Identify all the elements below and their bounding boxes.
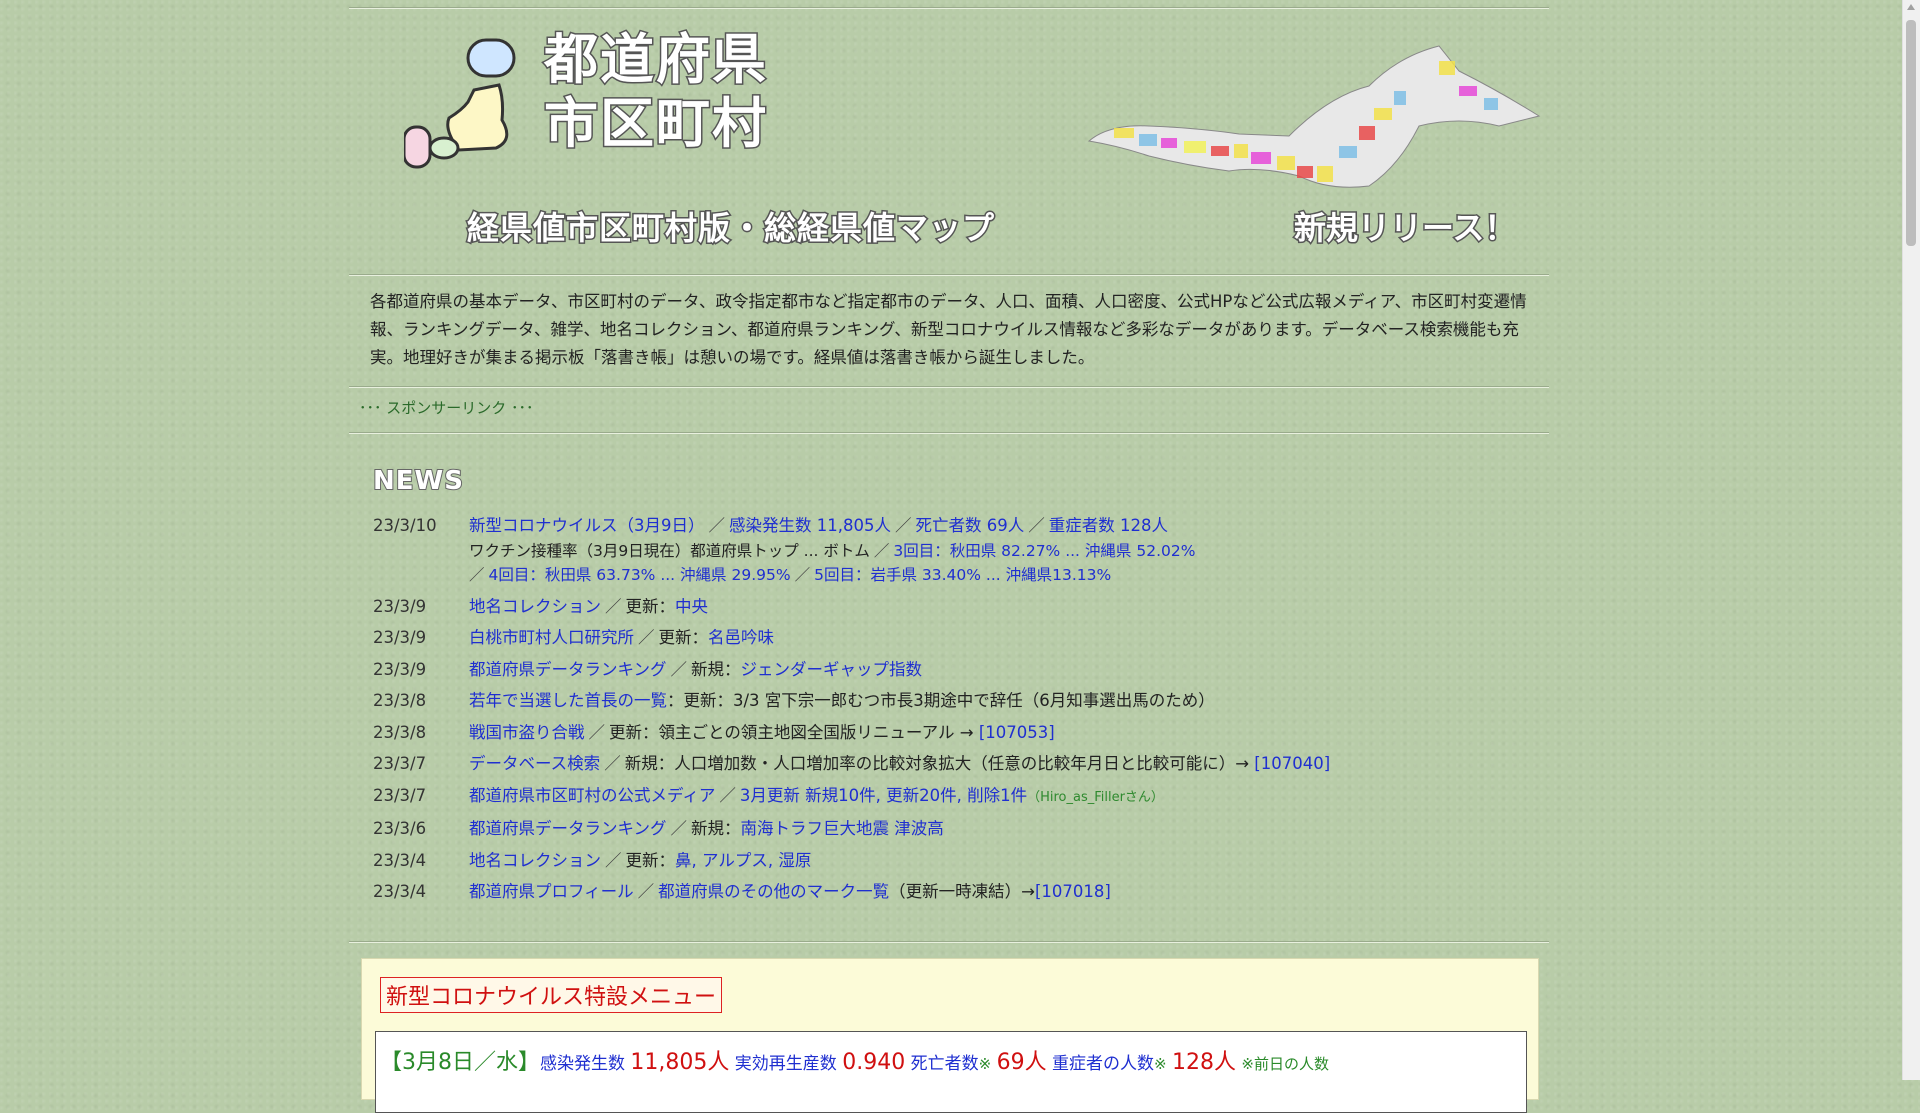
news-link-detail[interactable]: 中央 bbox=[675, 597, 708, 616]
corona-severe-mark: ※ bbox=[1153, 1055, 1167, 1073]
news-date: 23/3/10 bbox=[373, 516, 437, 535]
news-link-detail[interactable]: 都道府県のその他のマーク一覧 bbox=[658, 882, 889, 901]
news-item: 23/3/10 新型コロナウイルス（3月9日）／感染発生数 11,805人／死亡… bbox=[373, 514, 1533, 588]
news-link-dose3[interactable]: 3回目：秋田県 82.27% ... 沖縄県 52.02% bbox=[893, 542, 1195, 560]
corona-rt-value: 0.940 bbox=[842, 1050, 906, 1075]
sponsor-divider bbox=[349, 432, 1549, 434]
banner-new-release: 新規リリース！ bbox=[1292, 208, 1517, 249]
news-text: 新規： bbox=[691, 819, 741, 838]
news-date: 23/3/4 bbox=[373, 850, 427, 870]
news-link-detail[interactable]: 鼻, アルプス, 湿原 bbox=[675, 851, 811, 870]
corona-death-mark: ※ bbox=[978, 1055, 992, 1073]
corona-death-link[interactable]: 死亡者数 bbox=[911, 1054, 979, 1074]
corona-severe-value: 128人 bbox=[1171, 1050, 1236, 1075]
news-item: 23/3/8 若年で当選した首長の一覧：更新：3/3 宮下宗一郎むつ市長3期途中… bbox=[373, 689, 1533, 714]
news-link-detail[interactable]: 名邑吟味 bbox=[708, 628, 774, 647]
news-credit: （Hiro_as_Fillerさん） bbox=[1027, 789, 1164, 805]
news-date: 23/3/6 bbox=[373, 819, 427, 838]
news-item: 23/3/9 都道府県データランキング／新規：ジェンダーギャップ指数 bbox=[373, 658, 1533, 683]
news-date: 23/3/8 bbox=[373, 722, 427, 742]
news-text: 更新： bbox=[625, 596, 676, 616]
news-link[interactable]: 地名コレクション bbox=[469, 851, 601, 870]
news-heading: NEWS bbox=[372, 465, 464, 497]
intro-divider bbox=[349, 386, 1549, 388]
news-text-vaccine: ワクチン接種率（3月9日現在）都道府県トップ ... ボトム bbox=[469, 541, 870, 560]
news-item: 23/3/4 地名コレクション／更新：鼻, アルプス, 湿原 bbox=[373, 849, 1533, 874]
news-link-detail[interactable]: 南海トラフ巨大地震 津波高 bbox=[741, 819, 944, 838]
news-link-detail[interactable]: ジェンダーギャップ指数 bbox=[741, 660, 923, 679]
news-item: 23/3/6 都道府県データランキング／新規：南海トラフ巨大地震 津波高 bbox=[373, 817, 1533, 842]
corona-rt-link[interactable]: 実効再生産数 bbox=[735, 1054, 837, 1074]
news-date: 23/3/9 bbox=[373, 659, 427, 679]
header-banner[interactable]: 都道府県 市区町村 経県値市区町村版・総経県値マップ 新規リリース！ bbox=[349, 8, 1549, 273]
header-divider bbox=[349, 274, 1549, 276]
corona-infect-link[interactable]: 感染発生数 bbox=[540, 1054, 625, 1074]
news-item: 23/3/7 データベース検索／新規：人口増加数・人口増加率の比較対象拡大（任意… bbox=[373, 752, 1533, 777]
news-link[interactable]: 都道府県データランキング bbox=[469, 819, 667, 838]
news-link-detail[interactable]: 3月更新 新規10件, 更新20件, 削除1件 bbox=[740, 786, 1027, 805]
news-item: 23/3/8 戦国市盗り合戦／更新：領主ごとの領主地図全国版リニューアル → [… bbox=[373, 721, 1533, 746]
vertical-scrollbar[interactable] bbox=[1902, 0, 1920, 1080]
news-link-thread[interactable]: [107040] bbox=[1254, 754, 1330, 773]
news-date: 23/3/9 bbox=[373, 596, 427, 616]
news-link[interactable]: 都道府県データランキング bbox=[469, 660, 667, 679]
news-text: 更新： bbox=[625, 850, 676, 870]
news-link-thread[interactable]: [107053] bbox=[979, 723, 1055, 742]
news-text: （更新一時凍結）→ bbox=[889, 882, 1035, 901]
news-link-severe[interactable]: 重症者数 128人 bbox=[1049, 516, 1168, 535]
corona-date: 【3月8日／水】 bbox=[380, 1050, 540, 1075]
site-description: 各都道府県の基本データ、市区町村のデータ、政令指定都市など指定都市のデータ、人口… bbox=[370, 292, 1527, 367]
news-link-corona[interactable]: 新型コロナウイルス（3月9日） bbox=[469, 516, 705, 535]
news-link[interactable]: 都道府県プロフィール bbox=[469, 882, 634, 901]
news-link[interactable]: 若年で当選した首長の一覧 bbox=[469, 691, 667, 710]
scroll-up-arrow-icon[interactable] bbox=[1907, 4, 1915, 10]
corona-infect-value: 11,805人 bbox=[630, 1050, 730, 1075]
news-item: 23/3/9 白桃市町村人口研究所／更新：名邑吟味 bbox=[373, 626, 1533, 651]
corona-menu-panel: 新型コロナウイルス特設メニュー 【3月8日／水】感染発生数 11,805人 実効… bbox=[361, 958, 1539, 1113]
sponsor-link-label: ･･･ スポンサーリンク ･･･ bbox=[359, 399, 534, 417]
news-link[interactable]: 白桃市町村人口研究所 bbox=[469, 628, 634, 647]
corona-stats-box: 【3月8日／水】感染発生数 11,805人 実効再生産数 0.940 死亡者数※… bbox=[375, 1031, 1527, 1113]
corona-stats-line: 【3月8日／水】感染発生数 11,805人 実効再生産数 0.940 死亡者数※… bbox=[380, 1044, 1329, 1076]
news-date: 23/3/9 bbox=[373, 628, 427, 647]
news-link-thread[interactable]: [107018] bbox=[1035, 882, 1111, 901]
news-item: 23/3/7 都道府県市区町村の公式メディア／ 3月更新 新規10件, 更新20件… bbox=[373, 784, 1533, 811]
news-date: 23/3/7 bbox=[373, 785, 427, 805]
news-date: 23/3/8 bbox=[373, 691, 427, 710]
news-link-infections[interactable]: 感染発生数 11,805人 bbox=[729, 516, 891, 535]
news-date: 23/3/4 bbox=[373, 882, 427, 901]
news-divider bbox=[349, 941, 1549, 943]
news-text: 更新： bbox=[658, 628, 709, 647]
news-link-dose5[interactable]: 5回目：岩手県 33.40% ... 沖縄県13.13% bbox=[814, 566, 1111, 584]
news-link[interactable]: 都道府県市区町村の公式メディア bbox=[469, 786, 715, 805]
corona-severe-link[interactable]: 重症者の人数 bbox=[1052, 1054, 1154, 1074]
news-link-deaths[interactable]: 死亡者数 69人 bbox=[915, 516, 1024, 535]
corona-menu-title[interactable]: 新型コロナウイルス特設メニュー bbox=[380, 977, 723, 1013]
scrollbar-thumb[interactable] bbox=[1906, 20, 1916, 246]
news-link[interactable]: 戦国市盗り合戦 bbox=[469, 723, 585, 742]
news-text: 新規： bbox=[691, 659, 741, 679]
news-item: 23/3/4 都道府県プロフィール／都道府県のその他のマーク一覧（更新一時凍結）… bbox=[373, 880, 1533, 905]
news-item: 23/3/9 地名コレクション／更新：中央 bbox=[373, 595, 1533, 620]
news-link[interactable]: 地名コレクション bbox=[469, 597, 601, 616]
site-title: 都道府県 市区町村 bbox=[543, 27, 768, 157]
news-link[interactable]: データベース検索 bbox=[469, 754, 600, 773]
japan-logo-icon bbox=[404, 38, 516, 169]
news-date: 23/3/7 bbox=[373, 754, 427, 773]
news-list: 23/3/10 新型コロナウイルス（3月9日）／感染発生数 11,805人／死亡… bbox=[373, 514, 1533, 912]
news-text: 新規：人口増加数・人口増加率の比較対象拡大（任意の比較年月日と比較可能に）→ bbox=[624, 754, 1250, 773]
news-link-dose4[interactable]: 4回目：秋田県 63.73% ... 沖縄県 29.95% bbox=[489, 566, 791, 584]
corona-note: ※前日の人数 bbox=[1241, 1055, 1329, 1073]
corona-death-value: 69人 bbox=[996, 1050, 1047, 1075]
news-text: 更新：領主ごとの領主地図全国版リニューアル → bbox=[609, 722, 974, 742]
news-text: ：更新：3/3 宮下宗一郎むつ市長3期途中で辞任（6月知事選出馬のため） bbox=[667, 691, 1215, 710]
banner-subtitle: 経県値市区町村版・総経県値マップ bbox=[465, 208, 996, 249]
